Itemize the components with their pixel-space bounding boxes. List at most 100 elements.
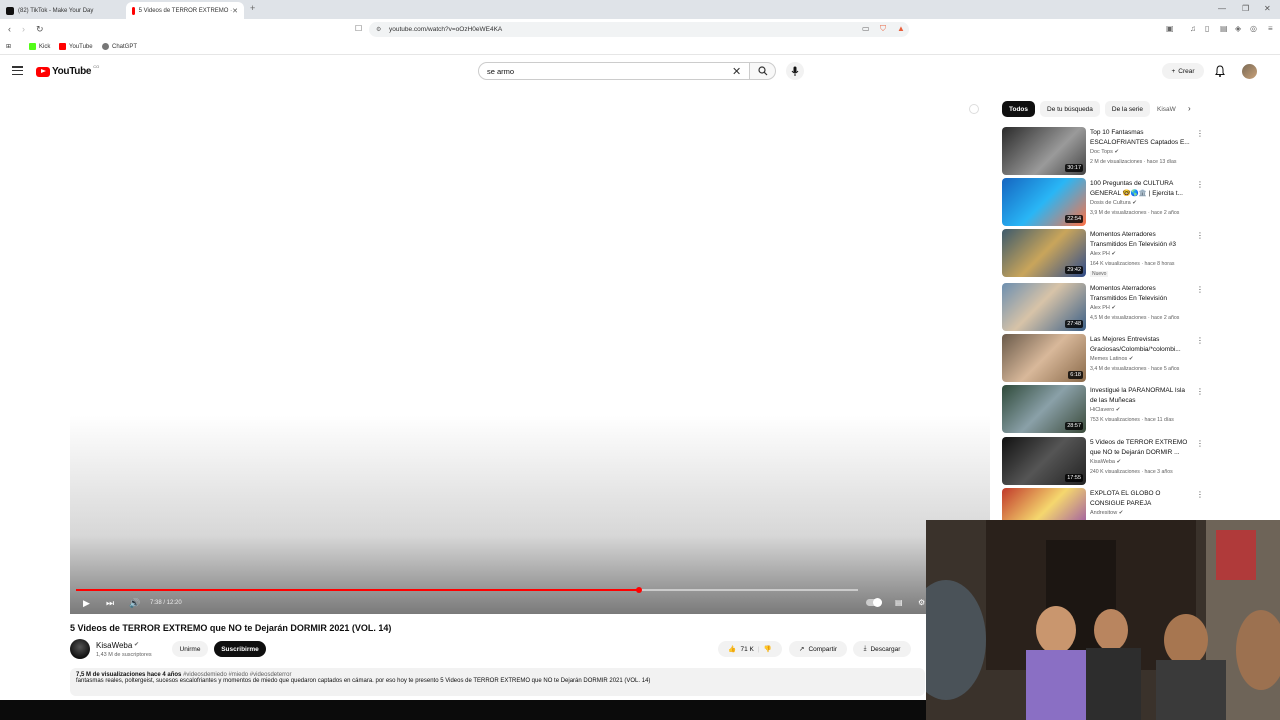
recommendation-channel[interactable]: Alex PH ✔ bbox=[1090, 251, 1116, 257]
youtube-logo[interactable]: YouTube CO bbox=[36, 64, 99, 77]
volume-icon[interactable]: 🔊 bbox=[129, 598, 140, 609]
chip-de-la-serie[interactable]: De la serie bbox=[1104, 101, 1150, 117]
recommendation-item[interactable]: EXPLOTA EL GLOBO O CONSIGUE PAREJA Andres… bbox=[1002, 488, 1202, 520]
recommendation-channel[interactable]: HiClavero ✔ bbox=[1090, 407, 1120, 413]
recommendation-title[interactable]: 5 Videos de TERROR EXTREMO que NO te Dej… bbox=[1090, 438, 1194, 457]
reload-icon[interactable]: ↻ bbox=[36, 24, 44, 35]
browser-menu-icon[interactable]: ≡ bbox=[1268, 24, 1273, 33]
more-actions-icon[interactable]: ⋮ bbox=[1196, 336, 1204, 345]
more-actions-icon[interactable]: ⋮ bbox=[1196, 180, 1204, 189]
hamburger-menu-icon[interactable] bbox=[12, 66, 23, 75]
share-button[interactable]: ↗ Compartir bbox=[789, 641, 847, 657]
apps-icon[interactable]: ⊞ bbox=[6, 43, 11, 50]
video-player[interactable]: ▶ ⏭ 🔊 7:38 / 12:20 ▤ ⚙ bbox=[70, 92, 990, 614]
recommendation-item[interactable]: 29:42 Momentos Aterradores Transmitidos E… bbox=[1002, 229, 1204, 277]
recommendation-title[interactable]: Top 10 Fantasmas ESCALOFRIANTES Captados… bbox=[1090, 128, 1194, 147]
info-icon[interactable] bbox=[969, 104, 979, 114]
search-input[interactable]: se armo bbox=[478, 62, 750, 80]
new-tab-button[interactable]: + bbox=[250, 3, 255, 13]
recommendation-item[interactable]: 6:18 Las Mejores Entrevistas Graciosas/Co… bbox=[1002, 334, 1204, 382]
subtitles-icon[interactable]: ▤ bbox=[895, 598, 903, 607]
recommendation-channel[interactable]: Doc Tops ✔ bbox=[1090, 149, 1119, 155]
video-thumbnail[interactable]: 6:18 bbox=[1002, 334, 1086, 382]
chip-kisaweba[interactable]: KisaW bbox=[1155, 101, 1178, 117]
more-actions-icon[interactable]: ⋮ bbox=[1196, 490, 1202, 499]
recommendation-item[interactable]: 28:57 Investigué la PARANORMAL Isla de la… bbox=[1002, 385, 1204, 433]
next-icon[interactable]: ⏭ bbox=[106, 598, 114, 609]
tab-youtube[interactable]: 5 Videos de TERROR EXTREMO · ✕ bbox=[126, 2, 244, 19]
chip-de-tu-busqueda[interactable]: De tu búsqueda bbox=[1040, 101, 1100, 117]
extensions-icon[interactable]: ◈ bbox=[1235, 24, 1241, 33]
description-box[interactable]: 7,5 M de visualizaciones hace 4 años #vi… bbox=[70, 668, 925, 696]
video-thumbnail[interactable]: 22:54 bbox=[1002, 178, 1086, 226]
video-thumbnail[interactable]: 27:48 bbox=[1002, 283, 1086, 331]
recommendation-title[interactable]: 100 Preguntas de CULTURA GENERAL 🤓🌎🏛️ | … bbox=[1090, 179, 1194, 198]
recommendation-channel[interactable]: Dosis de Cultura ✔ bbox=[1090, 200, 1137, 206]
search-button[interactable] bbox=[750, 62, 776, 80]
voice-search-button[interactable] bbox=[786, 62, 804, 80]
more-actions-icon[interactable]: ⋮ bbox=[1196, 231, 1204, 240]
close-window-icon[interactable]: ✕ bbox=[1264, 4, 1271, 13]
url-field[interactable]: ⚙ youtube.com/watch?v=oOzH0eWE4KA bbox=[369, 22, 909, 37]
brave-shield-icon[interactable]: ⛉ bbox=[880, 24, 886, 34]
recommendation-title[interactable]: Momentos Aterradores Transmitidos En Tel… bbox=[1090, 230, 1194, 249]
forward-icon[interactable]: › bbox=[22, 24, 25, 34]
more-actions-icon[interactable]: ⋮ bbox=[1196, 285, 1204, 294]
more-actions-icon[interactable]: ⋮ bbox=[1196, 129, 1204, 138]
recommendation-title[interactable]: Las Mejores Entrevistas Graciosas/Colomb… bbox=[1090, 335, 1194, 354]
recommendation-channel[interactable]: Memes Latinos ✔ bbox=[1090, 356, 1133, 362]
dislike-button[interactable]: 👎 bbox=[764, 645, 772, 653]
video-thumbnail[interactable]: 30:17 bbox=[1002, 127, 1086, 175]
like-button[interactable]: 👍 71 K bbox=[728, 645, 753, 654]
autoplay-toggle[interactable] bbox=[866, 598, 882, 607]
cast-icon[interactable]: ▭ bbox=[862, 24, 870, 33]
settings-gear-icon[interactable]: ⚙ bbox=[918, 598, 925, 607]
channel-name[interactable]: KisaWeba bbox=[96, 641, 132, 650]
rewards-icon[interactable]: ▲ bbox=[897, 24, 905, 33]
bookmark-chatgpt[interactable]: ChatGPT bbox=[102, 43, 137, 50]
recommendation-title[interactable]: Momentos Aterradores Transmitidos En Tel… bbox=[1090, 284, 1194, 303]
wallet-icon[interactable]: ▤ bbox=[1220, 24, 1228, 33]
recommendation-item[interactable]: 17:55 5 Videos de TERROR EXTREMO que NO t… bbox=[1002, 437, 1204, 485]
bookmark-youtube[interactable]: YouTube bbox=[59, 43, 93, 50]
download-button[interactable]: ⤓ Descargar bbox=[853, 641, 911, 657]
scrubber-handle[interactable] bbox=[636, 587, 643, 593]
recommendation-channel[interactable]: Andresitow ✔ bbox=[1090, 510, 1123, 516]
chip-todos[interactable]: Todos bbox=[1002, 101, 1036, 117]
sidebar-icon[interactable]: ▣ bbox=[1166, 24, 1174, 33]
chevron-right-icon[interactable]: › bbox=[1188, 104, 1191, 113]
bookmark-icon[interactable]: ☐ bbox=[355, 24, 362, 33]
video-thumbnail[interactable]: 29:42 bbox=[1002, 229, 1086, 277]
progress-bar[interactable] bbox=[76, 587, 858, 593]
recommendation-item[interactable]: 30:17 Top 10 Fantasmas ESCALOFRIANTES Cap… bbox=[1002, 127, 1204, 175]
site-info-icon[interactable]: ⚙ bbox=[376, 26, 381, 33]
reader-icon[interactable]: ▯ bbox=[1205, 24, 1209, 33]
account-avatar[interactable] bbox=[1242, 64, 1257, 79]
tab-tiktok[interactable]: (82) TikTok - Make Your Day bbox=[0, 2, 122, 19]
video-thumbnail[interactable] bbox=[1002, 488, 1086, 520]
bookmark-kick[interactable]: Kick bbox=[29, 43, 50, 50]
more-actions-icon[interactable]: ⋮ bbox=[1196, 387, 1204, 396]
video-thumbnail[interactable]: 28:57 bbox=[1002, 385, 1086, 433]
close-tab-icon[interactable]: ✕ bbox=[232, 7, 238, 15]
clear-search-icon[interactable]: ✕ bbox=[732, 65, 741, 78]
create-button[interactable]: + Crear bbox=[1162, 63, 1204, 79]
subscribe-button[interactable]: Suscribirme bbox=[214, 641, 266, 657]
recommendation-item[interactable]: 27:48 Momentos Aterradores Transmitidos E… bbox=[1002, 283, 1204, 331]
back-icon[interactable]: ‹ bbox=[8, 24, 11, 34]
media-icon[interactable]: ♫ bbox=[1190, 24, 1196, 33]
vpn-icon[interactable]: ◎ bbox=[1250, 24, 1257, 33]
video-thumbnail[interactable]: 17:55 bbox=[1002, 437, 1086, 485]
recommendation-title[interactable]: Investigué la PARANORMAL Isla de las Muñ… bbox=[1090, 386, 1194, 405]
recommendation-channel[interactable]: Alex PH ✔ bbox=[1090, 305, 1116, 311]
channel-avatar[interactable] bbox=[70, 639, 90, 659]
recommendation-title[interactable]: EXPLOTA EL GLOBO O CONSIGUE PAREJA bbox=[1090, 489, 1194, 508]
recommendation-item[interactable]: 22:54 100 Preguntas de CULTURA GENERAL 🤓🌎… bbox=[1002, 178, 1204, 226]
restore-icon[interactable]: ❐ bbox=[1242, 4, 1249, 13]
join-button[interactable]: Unirme bbox=[172, 641, 208, 657]
more-actions-icon[interactable]: ⋮ bbox=[1196, 439, 1204, 448]
minimize-icon[interactable]: — bbox=[1218, 4, 1226, 13]
recommendation-channel[interactable]: KisaWeba ✔ bbox=[1090, 459, 1121, 465]
notifications-bell-icon[interactable] bbox=[1214, 65, 1226, 77]
play-icon[interactable]: ▶ bbox=[83, 598, 90, 609]
